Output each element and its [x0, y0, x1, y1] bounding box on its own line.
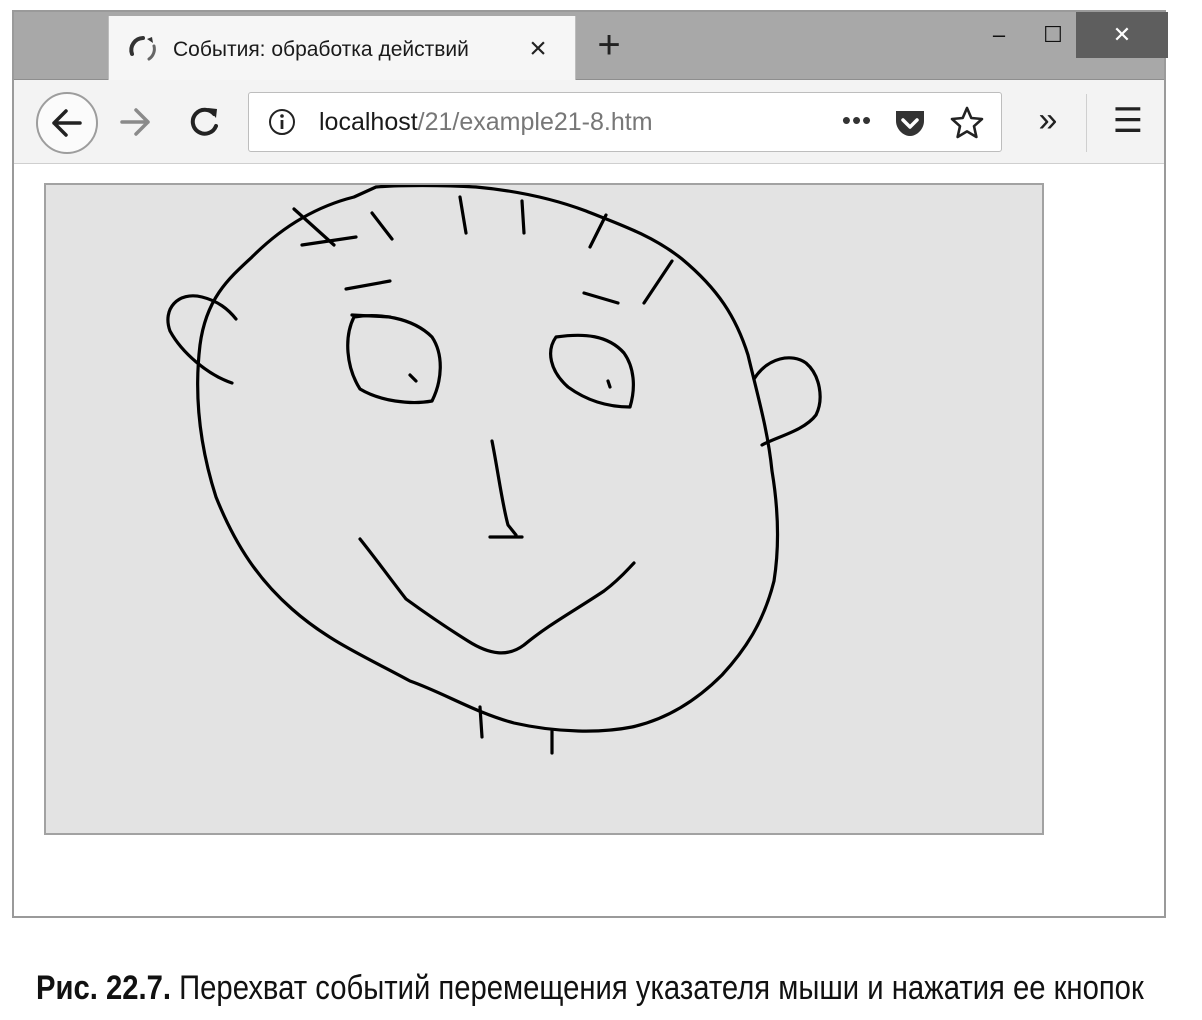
back-button[interactable] — [36, 92, 98, 154]
pocket-icon[interactable] — [893, 107, 927, 139]
nav-toolbar: localhost/21/example21-8.htm ••• » ☰ — [14, 80, 1164, 164]
right-eyebrow — [582, 291, 620, 305]
figure-caption: Рис. 22.7. Перехват событий перемещения … — [36, 958, 1144, 1018]
nose-bridge — [490, 439, 518, 537]
address-bar[interactable]: localhost/21/example21-8.htm ••• — [248, 92, 1002, 152]
left-pupil — [408, 373, 418, 383]
freehand-drawing — [166, 185, 822, 755]
right-ear — [752, 356, 822, 447]
hair-strand-3 — [370, 211, 394, 241]
arrow-left-icon — [52, 109, 82, 137]
page-content — [14, 164, 1164, 916]
hamburger-menu-icon[interactable]: ☰ — [1108, 102, 1148, 142]
drawing-canvas[interactable] — [44, 183, 1044, 835]
left-eye — [346, 314, 442, 405]
neck-left — [478, 705, 484, 739]
url-host: localhost — [319, 108, 418, 136]
hair-strand-7 — [642, 259, 674, 305]
left-eyelid — [350, 313, 392, 319]
overflow-menu-icon[interactable]: » — [1028, 102, 1068, 142]
url-text[interactable]: localhost/21/example21-8.htm — [319, 105, 653, 139]
right-pupil — [606, 379, 612, 389]
hair-strand-5 — [520, 199, 526, 235]
minimize-button[interactable]: – — [976, 12, 1022, 58]
hair-strand-6 — [588, 213, 608, 249]
reload-icon[interactable] — [182, 100, 226, 144]
page-actions-icon[interactable]: ••• — [837, 105, 877, 139]
mouth — [358, 537, 636, 655]
new-tab-button[interactable]: + — [589, 25, 629, 66]
info-icon[interactable] — [267, 107, 297, 137]
tab-active[interactable]: События: обработка действий × — [108, 16, 576, 80]
toolbar-divider — [1086, 94, 1087, 152]
close-window-button[interactable]: ✕ — [1076, 12, 1168, 58]
tab-title: События: обработка действий — [173, 38, 469, 61]
caption-label: Рис. 22.7. — [36, 969, 172, 1007]
hair-strand-4 — [458, 195, 468, 235]
tab-title-fade — [489, 30, 523, 70]
forward-button[interactable] — [114, 100, 158, 144]
left-eyebrow — [344, 279, 392, 291]
loading-icon — [129, 36, 156, 61]
star-icon[interactable] — [949, 105, 985, 141]
caption-text: Перехват событий перемещения указателя м… — [171, 969, 1144, 1007]
right-eye — [549, 333, 635, 409]
browser-window: События: обработка действий × + – ☐ ✕ lo… — [12, 10, 1168, 918]
tab-close-icon[interactable]: × — [521, 32, 555, 66]
maximize-button[interactable]: ☐ — [1030, 12, 1076, 58]
url-path: /21/example21-8.htm — [417, 108, 653, 136]
tab-bar: События: обработка действий × + – ☐ ✕ — [14, 12, 1168, 80]
hair-strand-2 — [300, 235, 358, 247]
